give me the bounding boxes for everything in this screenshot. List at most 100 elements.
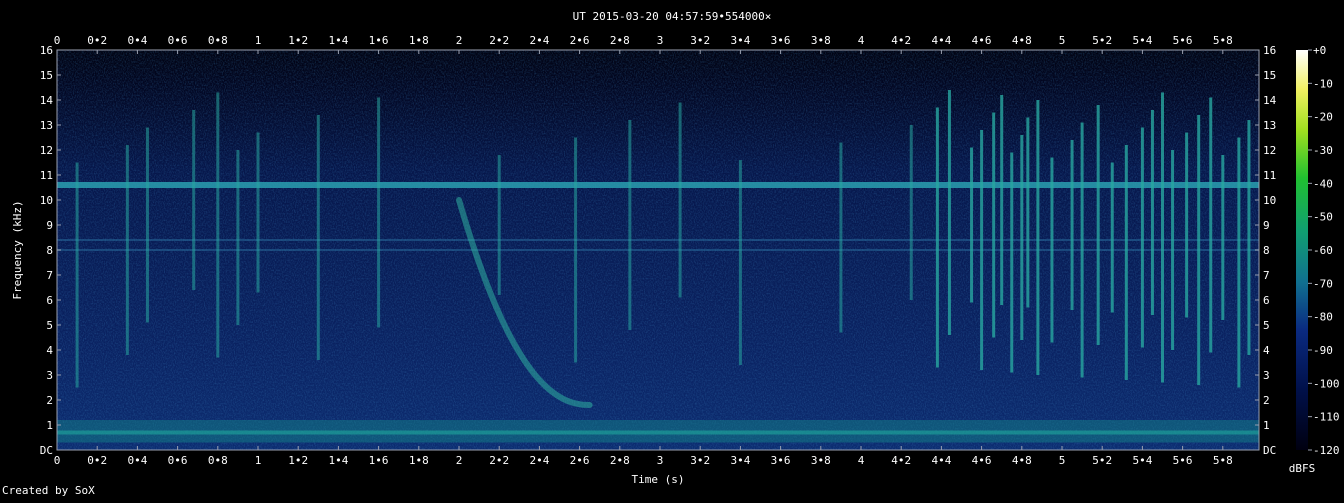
x-tick-label-top: 4•4: [931, 34, 951, 47]
x-tick-label-bottom: 1: [255, 454, 262, 467]
sferic-mark: [145, 127, 149, 323]
x-tick-label-bottom: 4•4: [931, 454, 951, 467]
sferic-mark: [192, 110, 196, 290]
sferic-mark: [125, 145, 129, 355]
x-tick-label-bottom: 4: [858, 454, 865, 467]
x-tick-label-top: 5•4: [1132, 34, 1152, 47]
sferic-mark: [1209, 97, 1213, 353]
y-tick-label-right: DC: [1263, 444, 1276, 457]
sferic-mark: [980, 130, 984, 370]
y-tick-label-left: 4: [46, 344, 53, 357]
sferic-mark: [1070, 140, 1074, 310]
x-tick-label-top: 0•4: [127, 34, 147, 47]
chart-title: UT 2015-03-20 04:57:59•554000×: [573, 10, 772, 23]
y-tick-label-left: 1: [46, 419, 53, 432]
sferic-mark: [497, 155, 501, 295]
y-tick-label-left: 15: [40, 69, 53, 82]
y-tick-label-left: 8: [46, 244, 53, 257]
x-tick-label-top: 1•6: [369, 34, 389, 47]
sferic-mark: [1000, 95, 1004, 305]
y-tick-label-right: 4: [1263, 344, 1270, 357]
colorbar-tick-label: -40: [1313, 177, 1333, 190]
x-tick-label-bottom: 1•6: [369, 454, 389, 467]
y-tick-label-right: 13: [1263, 119, 1276, 132]
sferic-mark: [316, 115, 320, 360]
x-tick-label-top: 1•8: [409, 34, 429, 47]
sferic-mark: [216, 92, 220, 358]
x-tick-label-top: 2•4: [529, 34, 549, 47]
sferic-mark: [738, 160, 742, 365]
x-tick-label-top: 0•8: [208, 34, 228, 47]
y-tick-label-right: 5: [1263, 319, 1270, 332]
x-tick-label-bottom: 3•6: [771, 454, 791, 467]
x-tick-label-top: 3: [657, 34, 664, 47]
y-tick-label-right: 11: [1263, 169, 1276, 182]
colorbar-tick-label: -10: [1313, 77, 1333, 90]
x-tick-label-bottom: 4•8: [1012, 454, 1032, 467]
y-tick-label-left: 7: [46, 269, 53, 282]
y-tick-label-left: DC: [40, 444, 53, 457]
y-tick-label-right: 7: [1263, 269, 1270, 282]
sferic-mark: [992, 112, 996, 338]
x-tick-label-top: 4•6: [972, 34, 992, 47]
sferic-mark: [935, 107, 939, 368]
x-tick-label-top: 0•2: [87, 34, 107, 47]
colorbar-tick-label: -80: [1313, 311, 1333, 324]
y-tick-label-left: 13: [40, 119, 53, 132]
x-tick-label-bottom: 1•4: [328, 454, 348, 467]
x-tick-label-bottom: 4•2: [891, 454, 911, 467]
y-tick-label-right: 10: [1263, 194, 1276, 207]
x-tick-label-top: 1: [255, 34, 262, 47]
x-tick-label-top: 5•2: [1092, 34, 1112, 47]
x-tick-label-bottom: 0•6: [168, 454, 188, 467]
x-tick-label-top: 5•8: [1213, 34, 1233, 47]
x-tick-label-bottom: 5•2: [1092, 454, 1112, 467]
colorbar-tick-label: -60: [1313, 244, 1333, 257]
sferic-mark: [1096, 105, 1100, 345]
x-tick-label-top: 3•6: [771, 34, 791, 47]
sferic-mark: [1110, 162, 1114, 313]
x-tick-label-bottom: 0•8: [208, 454, 228, 467]
y-tick-label-left: 11: [40, 169, 53, 182]
spectrogram-chart: UT 2015-03-20 04:57:59•554000× 0 0•2 0•4 0•…: [11, 10, 1340, 486]
colorbar-label: dBFS: [1289, 462, 1316, 475]
y-axis-label: Frequency (kHz): [11, 200, 24, 299]
colorbar: +0 -10 -20 -30 -40 -50 -60 -70 -80 -90 -100 -110 -12…: [1289, 44, 1340, 475]
credit-text: Created by SoX: [2, 484, 95, 497]
x-tick-label-top: 2•6: [570, 34, 590, 47]
y-tick-label-right: 1: [1263, 419, 1270, 432]
y-tick-label-left: 2: [46, 394, 53, 407]
low-frequency-line: [57, 430, 1259, 435]
x-tick-label-bottom: 0•4: [127, 454, 147, 467]
x-tick-label-bottom: 2•8: [610, 454, 630, 467]
colorbar-tick-label: -20: [1313, 111, 1333, 124]
x-tick-label-top: 2: [456, 34, 463, 47]
x-tick-label-top: 4: [858, 34, 865, 47]
sferic-mark: [1185, 132, 1189, 318]
x-tick-label-bottom: 0: [54, 454, 61, 467]
x-tick-label-top: 2•2: [489, 34, 509, 47]
sferic-mark: [1080, 122, 1084, 378]
y-tick-label-right: 2: [1263, 394, 1270, 407]
colorbar-tick-label: -100: [1313, 377, 1340, 390]
spectrogram-plot: [56, 49, 1260, 451]
colorbar-tick-label: -110: [1313, 411, 1340, 424]
sferic-mark: [628, 120, 632, 330]
x-tick-label-bottom: 1•8: [409, 454, 429, 467]
y-tick-label-left: 14: [40, 94, 54, 107]
sferic-mark: [1020, 135, 1024, 340]
y-tick-label-right: 3: [1263, 369, 1270, 382]
y-tick-label-left: 6: [46, 294, 53, 307]
x-tick-label-top: 3•2: [690, 34, 710, 47]
colorbar-tick-label: +0: [1313, 44, 1326, 57]
x-tick-label-top: 0: [54, 34, 61, 47]
x-tick-label-top: 4•8: [1012, 34, 1032, 47]
colorbar-tick-label: -50: [1313, 211, 1333, 224]
y-tick-label-right: 8: [1263, 244, 1270, 257]
x-tick-label-bottom: 3•8: [811, 454, 831, 467]
y-tick-label-right: 9: [1263, 219, 1270, 232]
sferic-mark: [970, 147, 974, 303]
x-tick-label-bottom: 5: [1059, 454, 1066, 467]
sferic-mark: [236, 150, 240, 325]
x-tick-label-top: 3•4: [730, 34, 750, 47]
